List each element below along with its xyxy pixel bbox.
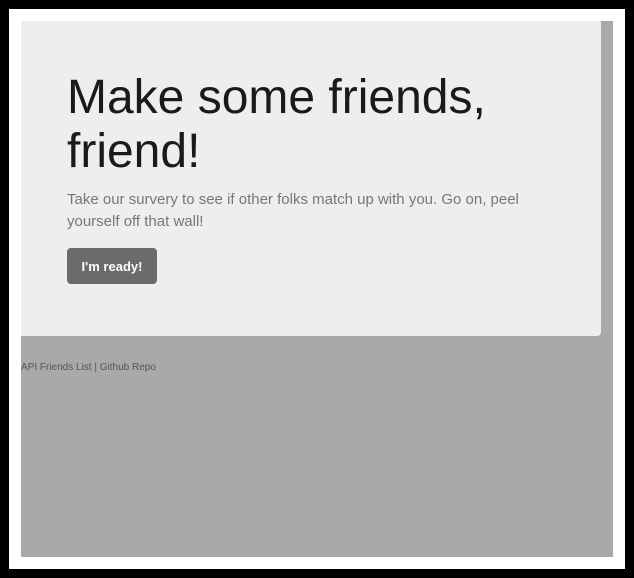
page-title: Make some friends, friend!	[67, 71, 486, 178]
footer-links: API Friends List | Github Repo	[21, 362, 156, 373]
github-repo-link[interactable]: Github Repo	[100, 362, 156, 373]
api-friends-list-link[interactable]: API Friends List	[21, 362, 92, 373]
start-survey-button[interactable]: I'm ready!	[67, 248, 157, 284]
footer-separator: |	[94, 362, 97, 373]
browser-viewport: Make some friends, friend! Take our surv…	[21, 21, 613, 557]
hero-jumbotron: Make some friends, friend! Take our surv…	[21, 21, 601, 336]
hero-description: Take our survery to see if other folks m…	[67, 191, 519, 230]
